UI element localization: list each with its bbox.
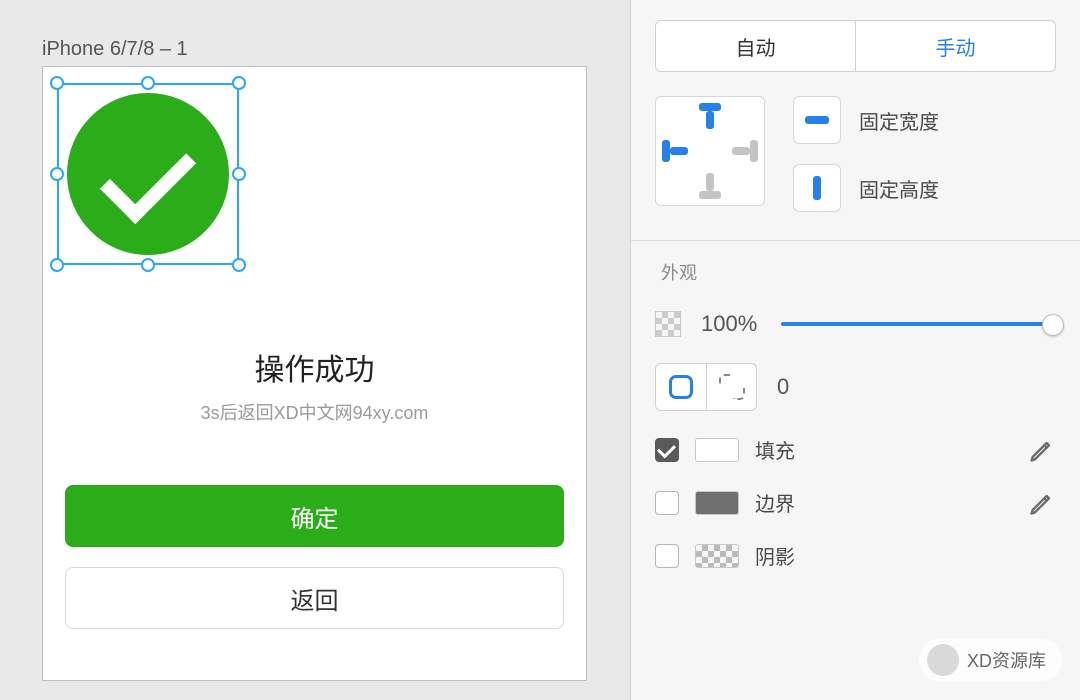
watermark-avatar-icon	[927, 644, 959, 676]
fix-width-toggle[interactable]	[793, 96, 841, 144]
resize-handle-mr[interactable]	[232, 167, 246, 181]
selection-box[interactable]	[57, 83, 239, 265]
eyedropper-icon[interactable]	[1028, 489, 1056, 517]
watermark: XD资源库	[919, 638, 1062, 682]
shadow-label: 阴影	[755, 541, 1056, 570]
segmented-auto[interactable]: 自动	[656, 21, 855, 71]
opacity-row: 100%	[655, 311, 1056, 337]
resize-handle-tm[interactable]	[141, 76, 155, 90]
corner-mode-segmented	[655, 363, 757, 411]
canvas-area[interactable]: iPhone 6/7/8 – 1 操作成功 3s后返回XD中文网94xy.com…	[0, 0, 630, 700]
resize-handle-ml[interactable]	[50, 167, 64, 181]
corner-uniform-icon	[669, 375, 693, 399]
constraint-anchor-icon[interactable]	[655, 96, 765, 206]
corner-individual-button[interactable]	[706, 364, 756, 410]
fix-height-toggle[interactable]	[793, 164, 841, 212]
shadow-row: 阴影	[655, 541, 1056, 570]
panel-divider	[631, 240, 1080, 241]
resize-handle-bm[interactable]	[141, 258, 155, 272]
opacity-checker-icon	[655, 311, 681, 337]
fix-width-icon	[805, 116, 829, 124]
fill-row: 填充	[655, 435, 1056, 464]
corner-radius-row: 0	[655, 363, 1056, 411]
opacity-value[interactable]: 100%	[701, 311, 761, 337]
border-label: 边界	[755, 488, 1012, 517]
canvas-title-text[interactable]: 操作成功	[43, 345, 586, 389]
canvas-primary-button[interactable]: 确定	[65, 485, 564, 547]
eyedropper-icon[interactable]	[1028, 436, 1056, 464]
corner-radius-value[interactable]: 0	[777, 374, 789, 400]
fill-label: 填充	[755, 435, 1012, 464]
corner-individual-icon	[720, 375, 744, 399]
canvas-secondary-button[interactable]: 返回	[65, 567, 564, 629]
constraints-row: 固定宽度 固定高度	[655, 96, 1056, 212]
segmented-manual[interactable]: 手动	[855, 21, 1055, 71]
opacity-slider[interactable]	[781, 322, 1056, 326]
resize-handle-tr[interactable]	[232, 76, 246, 90]
inspector-panel: 自动 手动 固定宽度 固定高度 外观 100%	[630, 0, 1080, 700]
border-swatch[interactable]	[695, 491, 739, 515]
fill-checkbox[interactable]	[655, 438, 679, 462]
border-row: 边界	[655, 488, 1056, 517]
resize-handle-tl[interactable]	[50, 76, 64, 90]
fix-height-icon	[813, 176, 821, 200]
watermark-text: XD资源库	[967, 647, 1046, 673]
artboard[interactable]: 操作成功 3s后返回XD中文网94xy.com 确定 返回	[42, 66, 587, 681]
canvas-subtitle-text[interactable]: 3s后返回XD中文网94xy.com	[43, 399, 586, 425]
shadow-swatch[interactable]	[695, 544, 739, 568]
corner-uniform-button[interactable]	[656, 364, 706, 410]
resize-handle-br[interactable]	[232, 258, 246, 272]
appearance-section-label: 外观	[661, 259, 1080, 285]
border-checkbox[interactable]	[655, 491, 679, 515]
shadow-checkbox[interactable]	[655, 544, 679, 568]
fix-width-label: 固定宽度	[859, 106, 939, 135]
fill-swatch[interactable]	[695, 438, 739, 462]
resize-handle-bl[interactable]	[50, 258, 64, 272]
responsive-segmented: 自动 手动	[655, 20, 1056, 72]
fix-height-label: 固定高度	[859, 174, 939, 203]
artboard-label[interactable]: iPhone 6/7/8 – 1	[42, 38, 188, 61]
